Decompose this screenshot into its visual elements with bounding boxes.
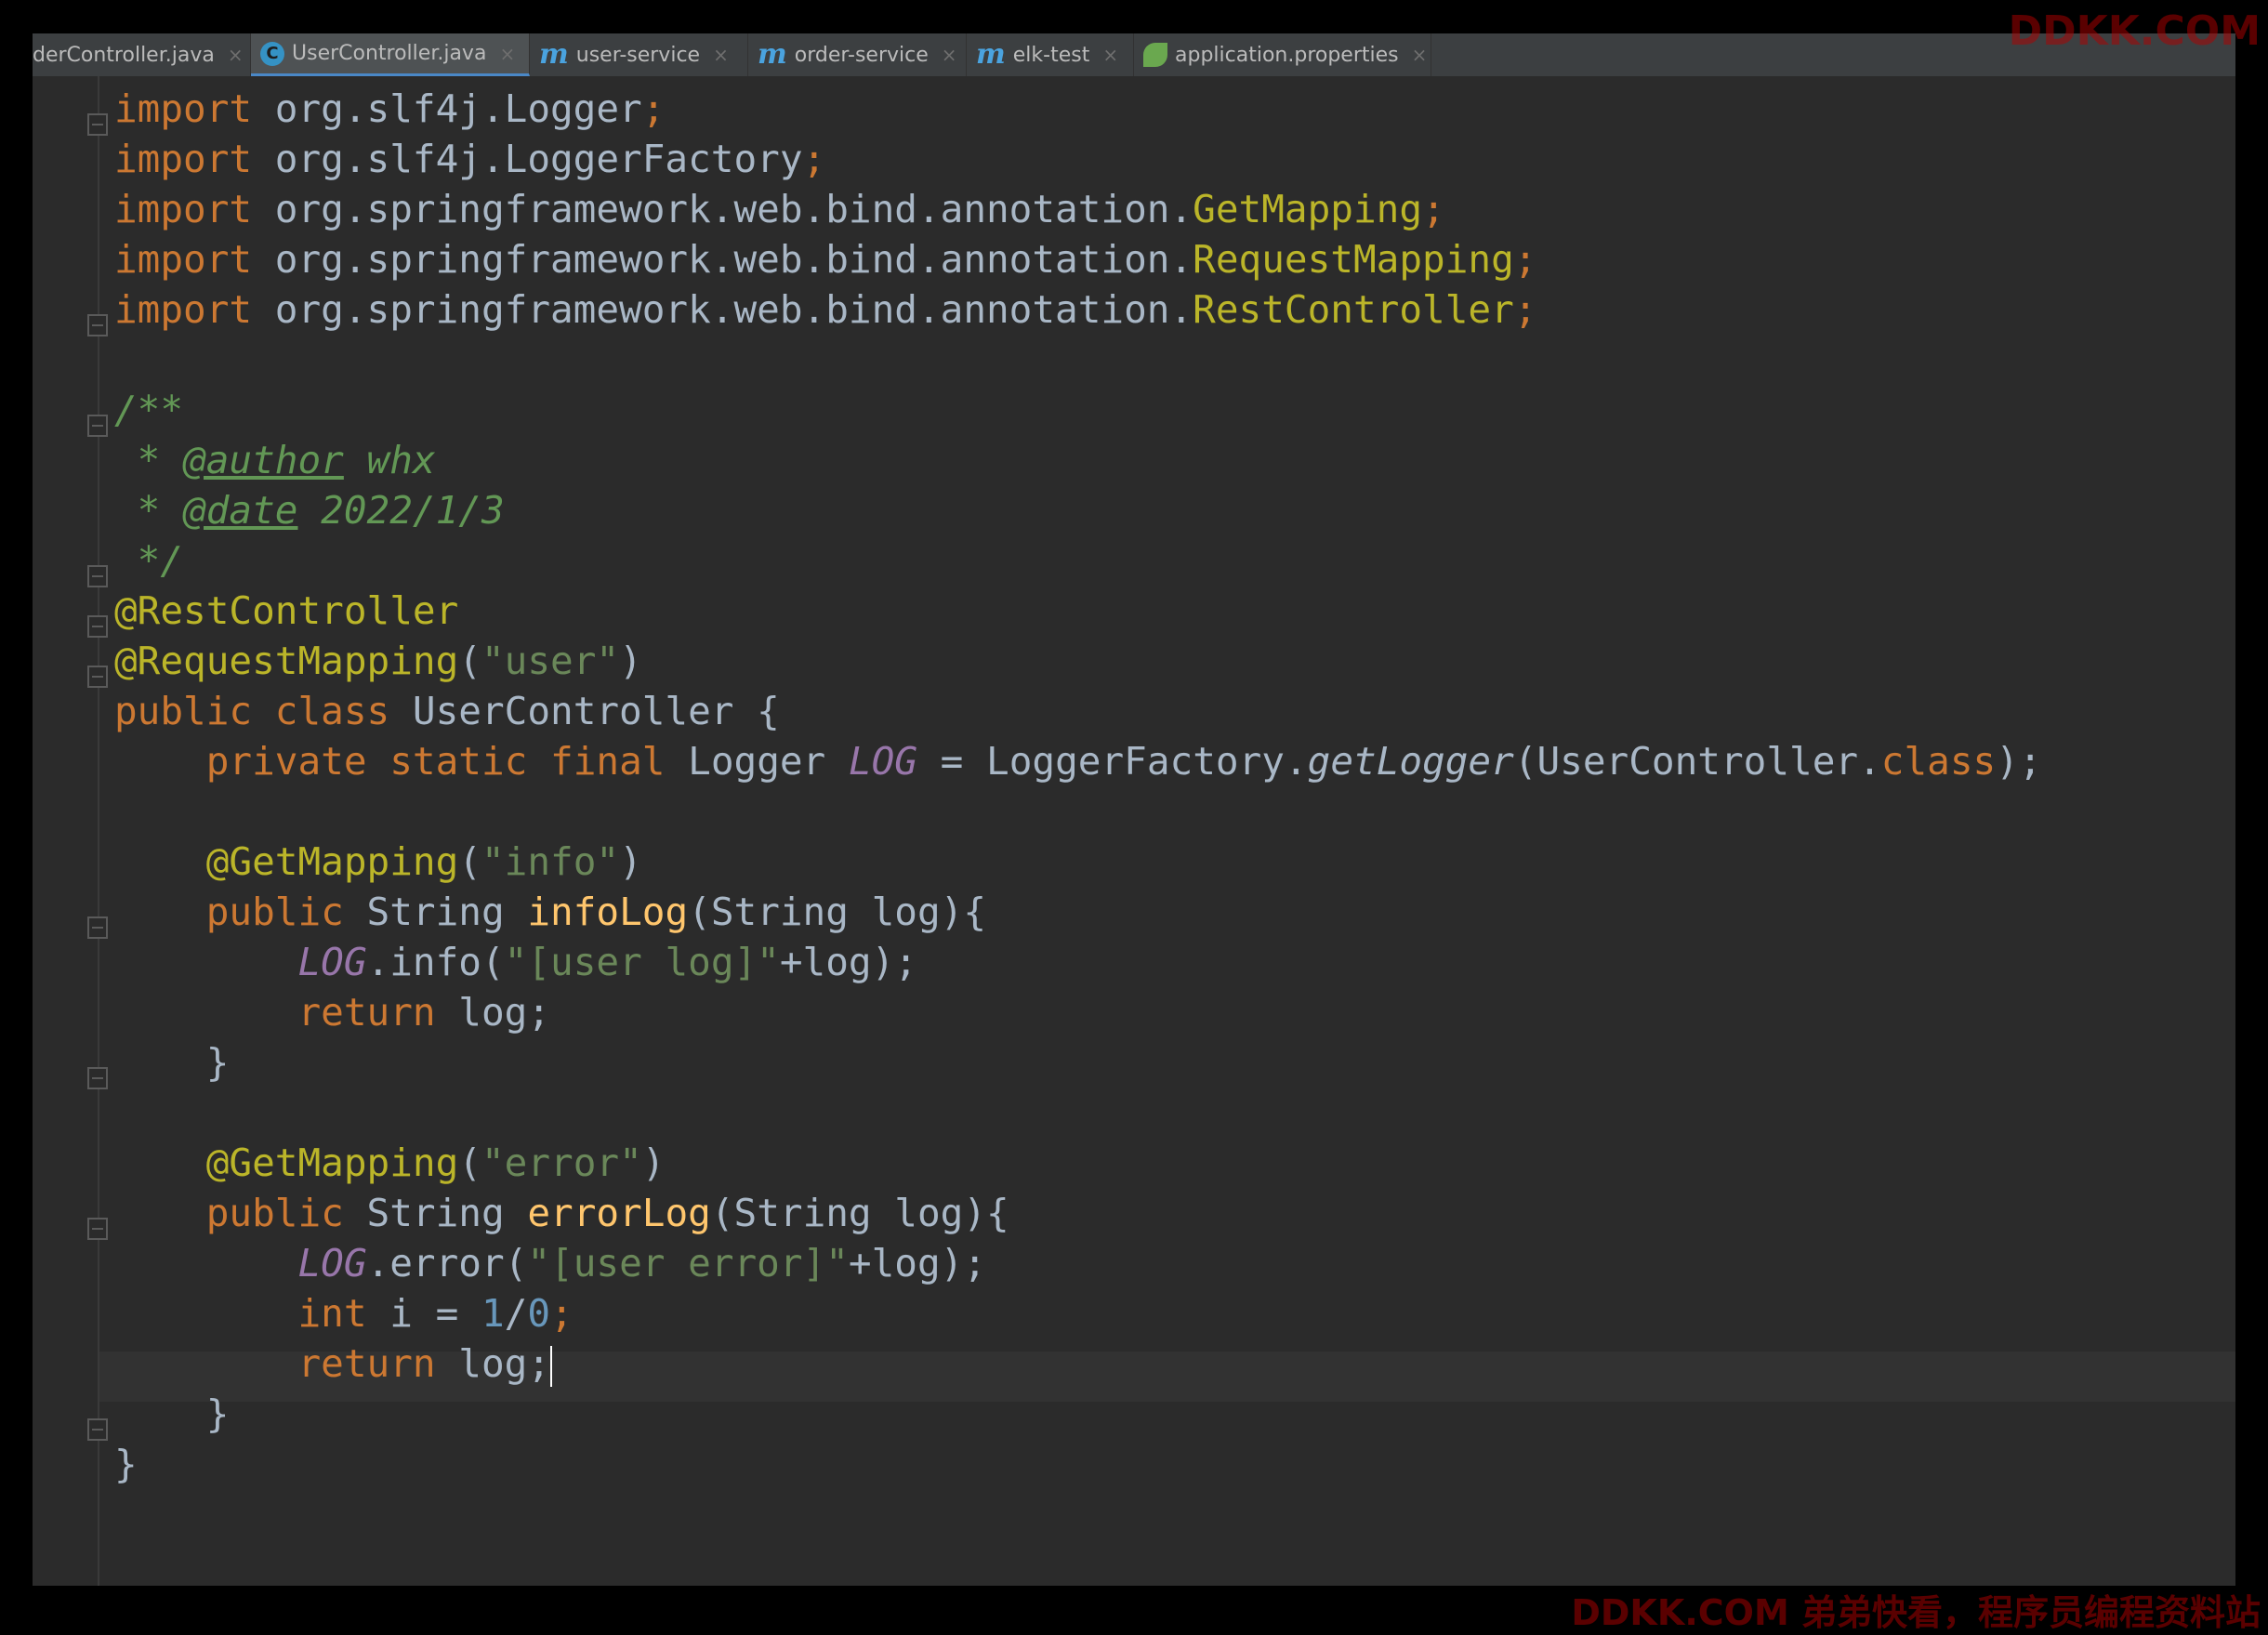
code-line: public String errorLog(String log){	[205, 1191, 1009, 1235]
code-line: * @date 2022/1/3	[114, 488, 505, 533]
code-line: }	[205, 1040, 230, 1085]
code-line: */	[114, 538, 184, 583]
fold-icon[interactable]	[87, 314, 108, 336]
close-icon[interactable]: ×	[228, 44, 244, 66]
fold-icon[interactable]	[87, 565, 108, 587]
close-icon[interactable]: ×	[499, 43, 515, 65]
code-line: return log;	[297, 990, 551, 1035]
fold-icon[interactable]	[87, 666, 108, 688]
code-line: public class UserController {	[114, 689, 780, 733]
code-line: }	[114, 1442, 138, 1486]
editor-window: derController.java × C UserController.ja…	[33, 33, 2235, 1586]
close-icon[interactable]: ×	[713, 44, 729, 66]
code-editor[interactable]: import org.slf4j.Logger; import org.slf4j…	[114, 84, 2042, 1489]
tab-label: derController.java	[33, 43, 215, 67]
maven-icon: m	[539, 38, 569, 71]
close-icon[interactable]: ×	[1412, 44, 1428, 66]
fold-icon[interactable]	[87, 415, 108, 437]
code-line: @GetMapping("info")	[205, 839, 642, 884]
spring-icon	[1143, 43, 1167, 67]
tab-order-controller[interactable]: derController.java ×	[33, 33, 251, 76]
tab-label: order-service	[794, 43, 929, 67]
fold-icon[interactable]	[87, 1418, 108, 1441]
code-line: /**	[114, 388, 184, 432]
close-icon[interactable]: ×	[1102, 44, 1118, 66]
tab-elk-test[interactable]: m elk-test ×	[967, 33, 1134, 76]
code-line: * @author whx	[114, 438, 436, 482]
tab-application-properties[interactable]: application.properties ×	[1134, 33, 1431, 76]
code-line: LOG.error("[user error]"+log);	[297, 1241, 987, 1286]
tab-label: application.properties	[1175, 43, 1399, 67]
text-caret	[550, 1346, 553, 1387]
fold-icon[interactable]	[87, 916, 108, 939]
fold-icon[interactable]	[87, 1218, 108, 1240]
maven-icon: m	[758, 38, 787, 71]
code-line: @GetMapping("error")	[205, 1141, 666, 1185]
editor-tab-bar: derController.java × C UserController.ja…	[33, 33, 2235, 77]
close-icon[interactable]: ×	[942, 44, 957, 66]
tab-label: elk-test	[1012, 43, 1090, 67]
tab-user-service[interactable]: m user-service ×	[530, 33, 748, 76]
code-line: @RequestMapping("user")	[114, 639, 642, 683]
watermark-bottom: DDKK.COM 弟弟快看，程序员编程资料站	[1571, 1592, 2261, 1633]
tab-order-service[interactable]: m order-service ×	[748, 33, 967, 76]
code-line: import org.springframework.web.bind.anno…	[114, 187, 1445, 231]
code-line: import org.springframework.web.bind.anno…	[114, 287, 1537, 332]
fold-icon[interactable]	[87, 1067, 108, 1089]
watermark-top: DDKK.COM	[2008, 7, 2261, 55]
tab-label: UserController.java	[292, 42, 487, 65]
maven-icon: m	[976, 38, 1006, 71]
code-line: public String infoLog(String log){	[205, 890, 987, 934]
code-line: @RestController	[114, 588, 459, 633]
code-line: int i = 1/0;	[297, 1291, 574, 1336]
fold-icon[interactable]	[87, 113, 108, 136]
tab-user-controller[interactable]: C UserController.java ×	[251, 33, 530, 76]
fold-icon[interactable]	[87, 615, 108, 638]
code-line: import org.slf4j.Logger;	[114, 86, 666, 131]
code-line: LOG.info("[user log]"+log);	[297, 940, 917, 984]
code-line: private static final Logger LOG = Logger…	[205, 739, 2042, 784]
tab-label: user-service	[575, 43, 701, 67]
code-line: import org.slf4j.LoggerFactory;	[114, 137, 826, 181]
class-icon: C	[260, 41, 284, 66]
code-line: import org.springframework.web.bind.anno…	[114, 237, 1537, 282]
code-line: return log;	[297, 1341, 553, 1387]
code-line: }	[205, 1391, 230, 1436]
